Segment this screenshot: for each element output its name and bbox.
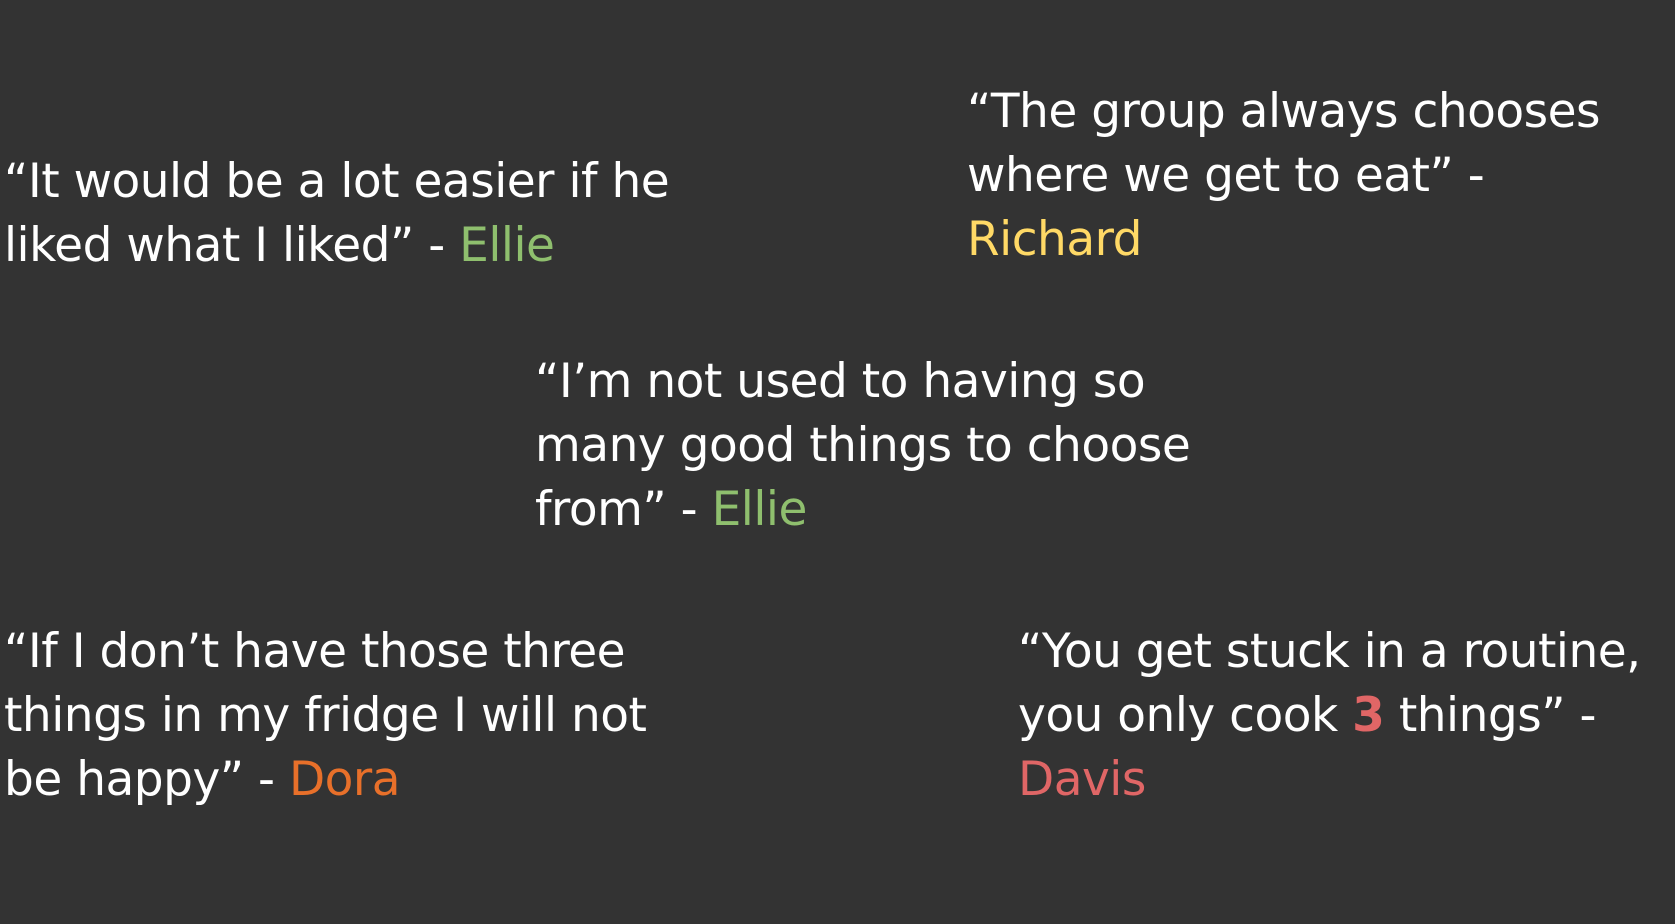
- quote-text: be happy” -: [4, 752, 289, 807]
- quote-line-with-author: liked what I liked” - Ellie: [4, 214, 669, 278]
- quote-line-with-author: be happy” - Dora: [4, 748, 646, 812]
- quote-richard: “The group always chooses where we get t…: [967, 80, 1601, 272]
- author-name: Dora: [288, 752, 401, 807]
- quote-ellie-1: “It would be a lot easier if he liked wh…: [4, 150, 670, 278]
- quote-line: many good things to choose: [535, 418, 1191, 473]
- author-name: Richard: [967, 212, 1142, 267]
- quote-line: where we get to eat” -: [967, 148, 1485, 203]
- quote-line: “The group always chooses: [967, 84, 1601, 139]
- quote-line: “I’m not used to having so: [535, 354, 1146, 409]
- quote-line-with-number: you only cook 3 things” -: [1018, 684, 1641, 748]
- quote-line: things in my fridge I will not: [4, 688, 647, 743]
- quote-davis: “You get stuck in a routine, you only co…: [1018, 620, 1641, 812]
- quote-text: from” -: [535, 482, 712, 537]
- author-name: Ellie: [459, 218, 555, 273]
- quote-line: “It would be a lot easier if he: [4, 154, 670, 209]
- quote-line-with-author: from” - Ellie: [535, 478, 1190, 542]
- author-name: Ellie: [711, 482, 808, 537]
- quote-line: “If I don’t have those three: [4, 624, 626, 679]
- author-name: Davis: [1018, 752, 1146, 807]
- quote-text: things” -: [1384, 688, 1597, 743]
- quote-dora: “If I don’t have those three things in m…: [4, 620, 647, 812]
- quote-text: you only cook: [1018, 688, 1353, 743]
- quote-line: “You get stuck in a routine,: [1018, 624, 1641, 679]
- quote-text: liked what I liked” -: [4, 218, 460, 273]
- quote-ellie-2: “I’m not used to having so many good thi…: [535, 350, 1191, 542]
- highlighted-number: 3: [1352, 688, 1385, 743]
